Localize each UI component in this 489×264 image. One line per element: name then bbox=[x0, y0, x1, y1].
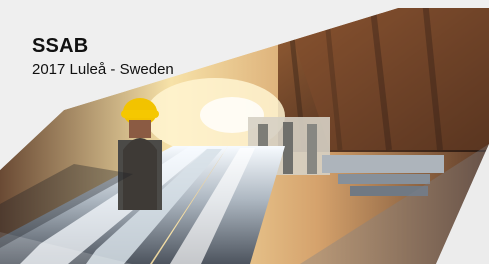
project-card[interactable]: SSAB 2017 Luleå - Sweden bbox=[0, 0, 489, 264]
card-text: SSAB 2017 Luleå - Sweden bbox=[32, 34, 174, 80]
project-subtitle: 2017 Luleå - Sweden bbox=[32, 61, 174, 78]
company-name: SSAB bbox=[32, 35, 89, 57]
